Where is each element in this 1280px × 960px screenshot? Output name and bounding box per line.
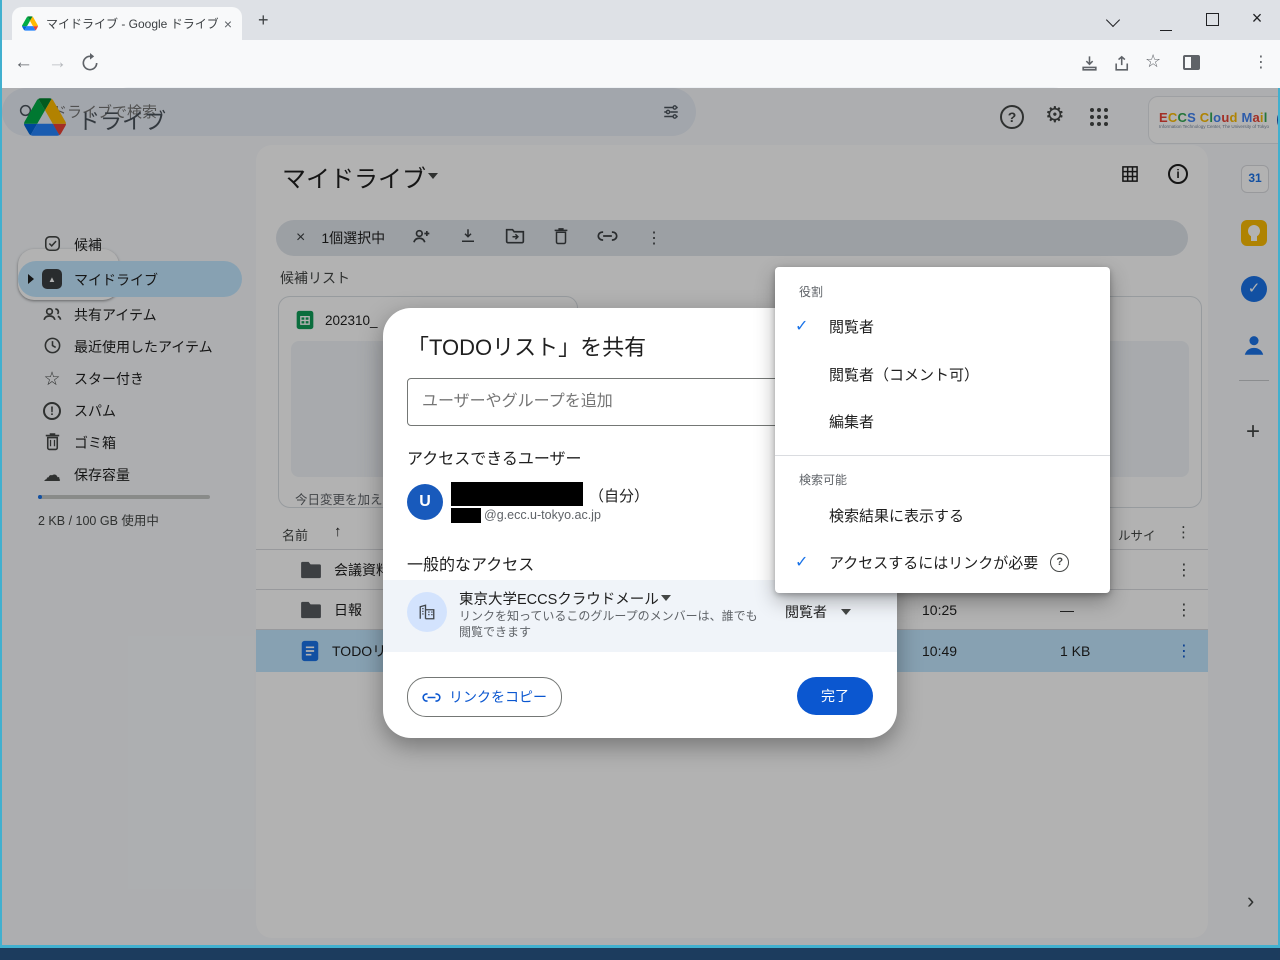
reload-button[interactable]: [80, 53, 100, 73]
redacted-email-prefix: [451, 508, 481, 523]
role-caret-icon[interactable]: [841, 609, 851, 615]
menu-item-link-required[interactable]: ✓ アクセスするにはリンクが必要 ?: [775, 540, 1110, 584]
tab-title: マイドライブ - Google ドライブ: [46, 15, 218, 32]
menu-divider: [775, 455, 1110, 456]
window-maximize-button[interactable]: [1206, 13, 1219, 31]
window-minimize-button[interactable]: [1160, 18, 1172, 36]
window-chevron-icon[interactable]: [1108, 12, 1118, 30]
window-edge: [0, 0, 2, 948]
group-name[interactable]: 東京大学ECCSクラウドメール: [459, 588, 659, 609]
organization-building-icon: [418, 603, 436, 621]
role-selector[interactable]: 閲覧者: [785, 602, 827, 622]
browser-toolbar: ← → drive.google.com/drive/my-drive ☆ U …: [0, 40, 1280, 88]
new-tab-button[interactable]: +: [258, 10, 269, 31]
browser-tab[interactable]: マイドライブ - Google ドライブ ×: [12, 7, 242, 40]
share-icon[interactable]: [1113, 54, 1132, 73]
menu-item-viewer[interactable]: ✓ 閲覧者: [775, 304, 1110, 348]
general-access-heading: 一般的なアクセス: [407, 551, 534, 575]
link-icon: [422, 692, 441, 703]
owner-self-label: （自分）: [589, 485, 649, 506]
redacted-owner-name: [451, 482, 583, 506]
dialog-title: 「TODOリスト」を共有: [407, 330, 646, 362]
bookmark-star-icon[interactable]: ☆: [1145, 51, 1161, 72]
back-button[interactable]: ←: [14, 52, 33, 74]
people-with-access-heading: アクセスできるユーザー: [407, 445, 582, 469]
copy-link-button[interactable]: リンクをコピー: [407, 677, 562, 717]
owner-email: @g.ecc.u-tokyo.ac.jp: [484, 508, 601, 522]
menu-item-editor[interactable]: 編集者: [775, 399, 1110, 443]
menu-item-commenter[interactable]: 閲覧者（コメント可）: [775, 352, 1110, 396]
check-icon: ✓: [795, 552, 821, 572]
role-dropdown-menu: 役割 ✓ 閲覧者 閲覧者（コメント可） 編集者 検索可能 検索結果に表示する ✓…: [775, 267, 1110, 593]
check-icon: ✓: [795, 316, 821, 336]
group-avatar: [407, 592, 447, 632]
role-section-header: 役割: [799, 283, 823, 300]
menu-item-show-in-search[interactable]: 検索結果に表示する: [775, 493, 1110, 537]
drive-favicon-icon: [22, 16, 38, 31]
forward-button[interactable]: →: [48, 52, 67, 74]
browser-menu-icon[interactable]: ⋮: [1253, 52, 1269, 72]
tab-close-icon[interactable]: ×: [224, 16, 232, 32]
page-download-icon[interactable]: [1080, 54, 1099, 73]
done-button[interactable]: 完了: [797, 677, 873, 715]
searchable-section-header: 検索可能: [799, 471, 847, 488]
window-bottom-bar: [0, 948, 1280, 960]
window-close-button[interactable]: ×: [1234, 8, 1280, 29]
owner-avatar: U: [407, 484, 443, 520]
group-caret-icon[interactable]: [661, 595, 671, 601]
help-circle-icon[interactable]: ?: [1050, 553, 1069, 572]
browser-titlebar: マイドライブ - Google ドライブ × + ×: [0, 0, 1280, 40]
group-access-description: リンクを知っているこのグループのメンバーは、誰でも閲覧できます: [459, 608, 769, 640]
side-panel-icon[interactable]: [1183, 55, 1200, 70]
